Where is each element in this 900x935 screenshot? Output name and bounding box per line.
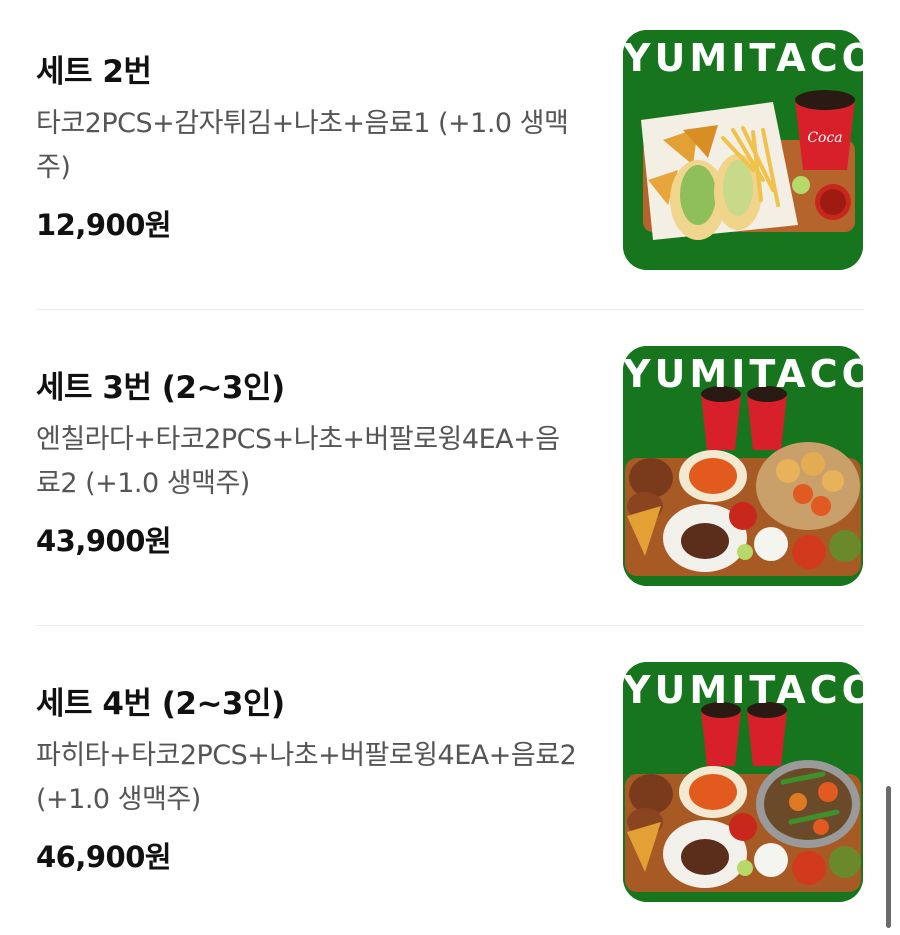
menu-item-title: 세트 4번 (2~3인) — [36, 686, 285, 722]
menu-item-description: 엔칠라다+타코2PCS+나초+버팔로윙4EA+음료2 (+1.0 생맥주) — [36, 424, 560, 499]
divider — [36, 309, 864, 310]
menu-item-image-brand: YUMITACO — [623, 36, 863, 80]
menu-item-image[interactable]: Coca YUMITACO — [623, 30, 863, 270]
menu-item-text: 세트 4번 (2~3인) 파히타+타코2PCS+나초+버팔로윙4EA+음료2 (… — [36, 662, 586, 876]
divider — [36, 625, 864, 626]
menu-item-set-2[interactable]: 세트 2번 타코2PCS+감자튀김+나초+음료1 (+1.0 생맥주) 12,9… — [36, 30, 864, 275]
menu-item-text: 세트 3번 (2~3인) 엔칠라다+타코2PCS+나초+버팔로윙4EA+음료2 … — [36, 346, 586, 560]
menu-item-image[interactable]: YUMITACO — [623, 662, 863, 902]
menu-item-price: 43,900원 — [36, 524, 172, 558]
menu-item-image-brand: YUMITACO — [623, 352, 863, 396]
svg-text:Coca: Coca — [807, 130, 842, 146]
menu-item-image[interactable]: YUMITACO — [623, 346, 863, 586]
menu-item-description: 타코2PCS+감자튀김+나초+음료1 (+1.0 생맥주) — [36, 108, 569, 183]
menu-item-price: 46,900원 — [36, 840, 172, 874]
menu-item-set-4[interactable]: 세트 4번 (2~3인) 파히타+타코2PCS+나초+버팔로윙4EA+음료2 (… — [36, 662, 864, 907]
menu-item-image-brand: YUMITACO — [623, 668, 863, 712]
menu-item-set-3[interactable]: 세트 3번 (2~3인) 엔칠라다+타코2PCS+나초+버팔로윙4EA+음료2 … — [36, 346, 864, 591]
menu-list: 세트 2번 타코2PCS+감자튀김+나초+음료1 (+1.0 생맥주) 12,9… — [0, 0, 900, 935]
scrollbar[interactable] — [886, 786, 891, 928]
menu-item-price: 12,900원 — [36, 208, 172, 242]
menu-item-description: 파히타+타코2PCS+나초+버팔로윙4EA+음료2 (+1.0 생맥주) — [36, 740, 577, 815]
menu-item-title: 세트 3번 (2~3인) — [36, 370, 285, 406]
menu-item-title: 세트 2번 — [36, 54, 152, 90]
menu-item-text: 세트 2번 타코2PCS+감자튀김+나초+음료1 (+1.0 생맥주) 12,9… — [36, 30, 586, 244]
